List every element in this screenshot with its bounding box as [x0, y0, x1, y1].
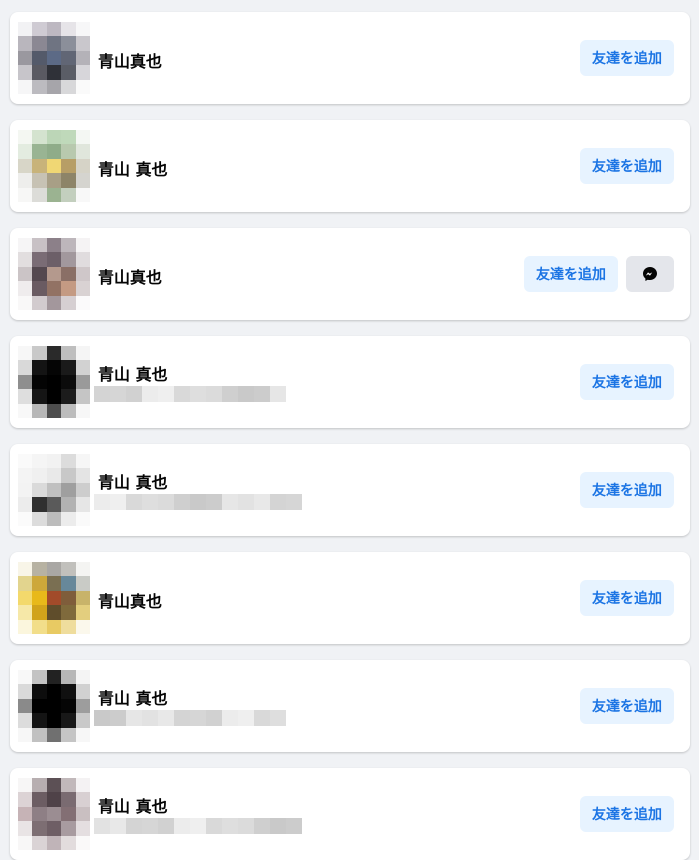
profile-name[interactable]: 青山 真也: [98, 469, 168, 493]
messenger-button[interactable]: [626, 256, 674, 292]
profile-name[interactable]: 青山 真也: [98, 793, 168, 817]
profile-name[interactable]: 青山 真也: [98, 361, 168, 385]
mutual-info-blurred: [94, 494, 302, 510]
friend-suggestion-card: 青山 真也 友達を追加: [10, 444, 690, 536]
add-friend-button[interactable]: 友達を追加: [580, 364, 674, 400]
add-friend-button[interactable]: 友達を追加: [580, 472, 674, 508]
avatar[interactable]: [18, 670, 90, 742]
add-friend-button[interactable]: 友達を追加: [580, 796, 674, 832]
profile-name[interactable]: 青山真也: [98, 588, 162, 612]
avatar[interactable]: [18, 238, 90, 310]
add-friend-button[interactable]: 友達を追加: [580, 580, 674, 616]
friend-suggestion-card: 青山 真也 友達を追加: [10, 120, 690, 212]
avatar[interactable]: [18, 778, 90, 850]
add-friend-button[interactable]: 友達を追加: [580, 148, 674, 184]
friend-suggestion-card: 青山 真也 友達を追加: [10, 336, 690, 428]
friend-suggestion-card: 青山真也 友達を追加: [10, 228, 690, 320]
profile-name[interactable]: 青山 真也: [98, 685, 168, 709]
avatar[interactable]: [18, 130, 90, 202]
mutual-info-blurred: [94, 710, 286, 726]
profile-name[interactable]: 青山真也: [98, 264, 162, 288]
mutual-info-blurred: [94, 386, 286, 402]
friend-suggestion-card: 青山真也 友達を追加: [10, 12, 690, 104]
add-friend-button[interactable]: 友達を追加: [580, 688, 674, 724]
friend-suggestion-card: 青山真也 友達を追加: [10, 552, 690, 644]
messenger-icon: [643, 267, 657, 281]
profile-name[interactable]: 青山真也: [98, 48, 162, 72]
friend-suggestion-card: 青山 真也 友達を追加: [10, 660, 690, 752]
avatar[interactable]: [18, 22, 90, 94]
friend-suggestion-card: 青山 真也 友達を追加: [10, 768, 690, 860]
add-friend-button[interactable]: 友達を追加: [524, 256, 618, 292]
avatar[interactable]: [18, 346, 90, 418]
mutual-info-blurred: [94, 818, 302, 834]
profile-name[interactable]: 青山 真也: [98, 156, 168, 180]
avatar[interactable]: [18, 454, 90, 526]
add-friend-button[interactable]: 友達を追加: [580, 40, 674, 76]
avatar[interactable]: [18, 562, 90, 634]
friend-suggestion-list: 青山真也 友達を追加 青山 真也 友達を追加 青山真也 友達を追加 青山 真也 友達を追加 青山…: [0, 0, 699, 860]
